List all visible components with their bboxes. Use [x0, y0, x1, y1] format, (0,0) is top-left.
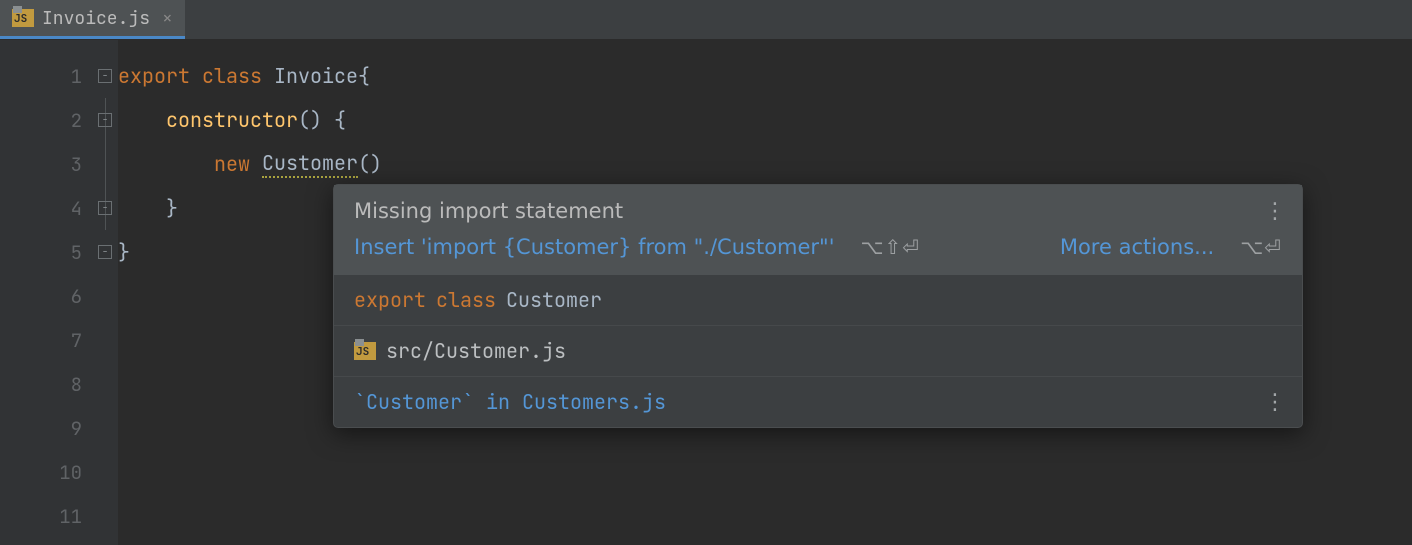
popup-alt-location[interactable]: `Customer` in Customers.js ⋮ — [334, 376, 1302, 427]
popup-header: ⋮ Missing import statement Insert 'impor… — [334, 185, 1302, 275]
fold-toggle-icon[interactable]: − — [98, 69, 112, 83]
popup-definition-preview: export class Customer — [334, 275, 1302, 325]
gutter-line: 2− — [0, 98, 118, 142]
gutter-line: 5− — [0, 230, 118, 274]
popup-actions-row: Insert 'import {Customer} from "./Custom… — [354, 235, 1282, 259]
more-options-icon[interactable]: ⋮ — [1264, 390, 1286, 415]
gutter-line: 7 — [0, 318, 118, 362]
more-options-icon[interactable]: ⋮ — [1264, 199, 1286, 224]
javascript-file-icon: JS — [354, 342, 376, 360]
shortcut-hint: ⌥⏎ — [1240, 235, 1282, 259]
gutter-line: 8 — [0, 362, 118, 406]
gutter-line: 6 — [0, 274, 118, 318]
fold-toggle-icon[interactable]: − — [98, 113, 112, 127]
more-actions-link[interactable]: More actions... — [1060, 235, 1214, 259]
tab-bar: JS Invoice.js × — [0, 0, 1412, 40]
code-line: constructor() { — [118, 98, 1412, 142]
close-tab-icon[interactable]: × — [162, 7, 173, 30]
popup-body: export class Customer JS src/Customer.js… — [334, 275, 1302, 427]
gutter-line: 11 — [0, 494, 118, 538]
fold-toggle-icon[interactable]: − — [98, 201, 112, 215]
gutter: 1− 2− 3 4− 5− 6 7 8 9 10 11 — [0, 40, 118, 545]
gutter-line: 3 — [0, 142, 118, 186]
gutter-line: 9 — [0, 406, 118, 450]
popup-file-location[interactable]: JS src/Customer.js — [334, 325, 1302, 376]
code-line: new Customer() — [118, 142, 1412, 186]
fold-toggle-icon[interactable]: − — [98, 245, 112, 259]
code-line: export class Invoice{ — [118, 54, 1412, 98]
unresolved-reference[interactable]: Customer — [262, 150, 358, 178]
editor-tab-active[interactable]: JS Invoice.js × — [0, 0, 185, 39]
gutter-line: 1− — [0, 54, 118, 98]
gutter-line: 4− — [0, 186, 118, 230]
intention-actions-popup: ⋮ Missing import statement Insert 'impor… — [333, 184, 1303, 428]
shortcut-hint: ⌥⇧⏎ — [861, 235, 921, 259]
gutter-line: 10 — [0, 450, 118, 494]
insert-import-action[interactable]: Insert 'import {Customer} from "./Custom… — [354, 235, 835, 259]
tab-filename: Invoice.js — [42, 7, 150, 30]
popup-title: Missing import statement — [354, 199, 1282, 223]
javascript-file-icon: JS — [12, 9, 34, 27]
